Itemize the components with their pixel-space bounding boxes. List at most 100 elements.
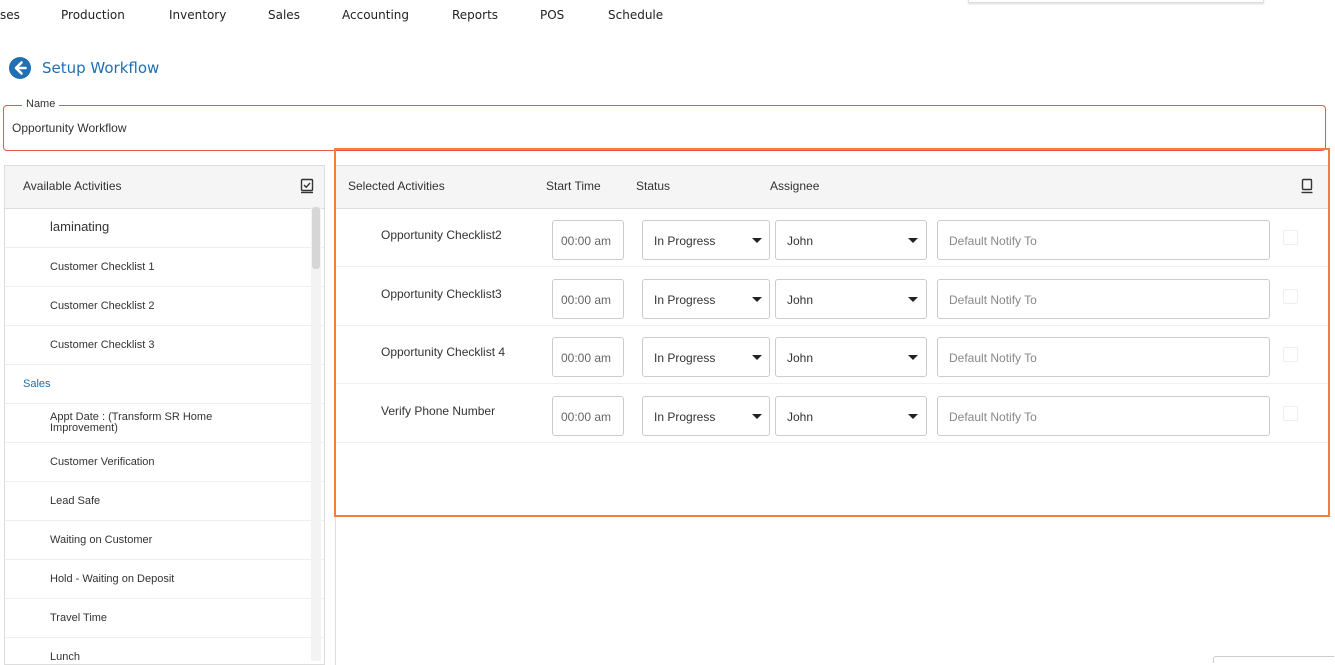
name-field[interactable]: Name Opportunity Workflow: [3, 98, 1326, 151]
row-checkbox[interactable]: [1283, 347, 1298, 362]
activity-item-label: Appt Date : (Transform SR Home Improveme…: [50, 411, 213, 434]
caret-down-icon: [752, 413, 762, 419]
selected-activity-name: Verify Phone Number: [381, 403, 496, 418]
nav-item-pos[interactable]: POS: [540, 8, 564, 22]
activity-item-label: laminating: [50, 219, 110, 234]
activity-item-label: Customer Verification: [50, 456, 155, 468]
assignee-select[interactable]: John: [775, 337, 927, 377]
selected-activity-name: Opportunity Checklist 4: [381, 345, 506, 359]
activity-item-label: Lunch: [50, 651, 80, 663]
select-all-checkbox-icon[interactable]: [300, 178, 314, 194]
panel-corner-fragment: [1213, 656, 1334, 663]
selected-activity-row: Opportunity Checklist3 00:00 am In Progres…: [336, 267, 1329, 326]
back-arrow-icon[interactable]: [8, 56, 32, 80]
status-select[interactable]: In Progress: [642, 395, 770, 436]
status-value: In Progress: [654, 234, 716, 248]
available-activities-title: Available Activities: [23, 179, 122, 193]
status-select[interactable]: In Progress: [642, 337, 770, 377]
start-time-input[interactable]: 00:00 am: [552, 395, 624, 436]
start-time-input[interactable]: 00:00 am: [552, 278, 624, 319]
activity-item[interactable]: Lead Safe: [5, 482, 324, 521]
available-activities-panel: Available Activities laminating Customer …: [4, 165, 325, 665]
start-time-value: 00:00 am: [561, 351, 612, 365]
scrollbar-thumb[interactable]: [312, 207, 320, 269]
start-time-value: 00:00 am: [561, 409, 612, 424]
activity-item-label: Lead Safe: [50, 495, 101, 507]
name-field-value[interactable]: Opportunity Workflow: [12, 121, 127, 135]
assignee-value: John: [787, 234, 814, 248]
status-value: In Progress: [654, 292, 716, 307]
activity-item[interactable]: laminating: [5, 209, 324, 248]
caret-down-icon: [752, 355, 762, 360]
activity-item[interactable]: Hold - Waiting on Deposit: [5, 560, 324, 599]
notify-to-input[interactable]: Default Notify To: [937, 278, 1270, 319]
assignee-value: John: [787, 351, 814, 365]
activity-item[interactable]: Waiting on Customer: [5, 521, 324, 560]
top-search-bar[interactable]: [968, 0, 1264, 3]
col-selected-activities: Selected Activities: [348, 179, 445, 193]
selected-activities-header: Selected Activities Start Time Status As…: [336, 166, 1329, 209]
start-time-input[interactable]: 00:00 am: [552, 220, 624, 260]
assignee-select[interactable]: John: [775, 278, 927, 319]
activity-item[interactable]: Travel Time: [5, 599, 324, 638]
row-checkbox[interactable]: [1283, 288, 1298, 304]
activity-item-label: Hold - Waiting on Deposit: [50, 573, 175, 585]
assignee-value: John: [787, 409, 814, 424]
page-title: Setup Workflow: [42, 59, 160, 77]
assignee-value: John: [787, 292, 814, 307]
activity-item[interactable]: Appt Date : (Transform SR Home Improveme…: [5, 404, 324, 443]
activity-item-label: Customer Checklist 3: [50, 339, 155, 351]
notify-to-input[interactable]: Default Notify To: [937, 220, 1270, 260]
activity-item[interactable]: Customer Checklist 2: [5, 287, 324, 326]
available-activities-list: laminating Customer Checklist 1 Customer C…: [5, 209, 324, 664]
notify-to-placeholder: Default Notify To: [949, 409, 1037, 424]
assignee-select[interactable]: John: [775, 395, 927, 436]
selected-activity-row: Opportunity Checklist 4 00:00 am In Progre…: [336, 325, 1329, 384]
selected-activity-name: Opportunity Checklist2: [381, 228, 502, 242]
nav-item-inventory[interactable]: Inventory: [169, 8, 226, 22]
col-start-time: Start Time: [546, 179, 601, 193]
notify-to-placeholder: Default Notify To: [949, 292, 1037, 307]
nav-item-ses[interactable]: ses: [0, 8, 20, 22]
activity-group-label: Sales: [23, 378, 51, 390]
assignee-select[interactable]: John: [775, 220, 927, 260]
caret-down-icon: [752, 238, 762, 243]
activity-item-label: Travel Time: [50, 612, 108, 624]
status-value: In Progress: [654, 351, 716, 365]
name-field-legend: Name: [22, 98, 60, 110]
start-time-value: 00:00 am: [561, 234, 612, 248]
top-nav: ses Production Inventory Sales Accountin…: [0, 0, 1335, 30]
nav-item-reports[interactable]: Reports: [452, 8, 498, 22]
status-select[interactable]: In Progress: [642, 220, 770, 260]
nav-item-accounting[interactable]: Accounting: [342, 8, 409, 22]
nav-item-schedule[interactable]: Schedule: [608, 8, 663, 22]
activity-item[interactable]: Customer Checklist 3: [5, 326, 324, 365]
status-value: In Progress: [654, 409, 716, 424]
notify-to-placeholder: Default Notify To: [949, 351, 1037, 365]
selected-activity-row: Verify Phone Number 00:00 am In Progress Jo…: [336, 384, 1329, 443]
start-time-input[interactable]: 00:00 am: [552, 337, 624, 377]
caret-down-icon: [908, 238, 918, 243]
activity-item[interactable]: Customer Checklist 1: [5, 248, 324, 287]
notify-to-placeholder: Default Notify To: [949, 234, 1037, 248]
selected-activities-panel: Selected Activities Start Time Status As…: [335, 165, 1329, 665]
caret-down-icon: [752, 296, 762, 302]
activity-group[interactable]: Sales: [5, 365, 324, 404]
activity-item[interactable]: Customer Verification: [5, 443, 324, 482]
scrollbar-track[interactable]: [311, 207, 321, 661]
nav-item-sales[interactable]: Sales: [268, 8, 300, 22]
status-select[interactable]: In Progress: [642, 278, 770, 319]
row-checkbox[interactable]: [1283, 405, 1298, 421]
available-activities-header: Available Activities: [5, 166, 324, 209]
notify-to-input[interactable]: Default Notify To: [937, 337, 1270, 377]
notify-to-input[interactable]: Default Notify To: [937, 395, 1270, 436]
select-all-checkbox-icon[interactable]: [1301, 178, 1313, 194]
selected-activity-row: Opportunity Checklist2 00:00 am In Progres…: [336, 208, 1329, 267]
row-checkbox[interactable]: [1283, 230, 1298, 245]
nav-item-production[interactable]: Production: [61, 8, 125, 22]
caret-down-icon: [908, 355, 918, 360]
col-assignee: Assignee: [770, 179, 820, 193]
activity-item-label: Customer Checklist 1: [50, 261, 155, 273]
caret-down-icon: [908, 413, 918, 419]
caret-down-icon: [908, 296, 918, 302]
